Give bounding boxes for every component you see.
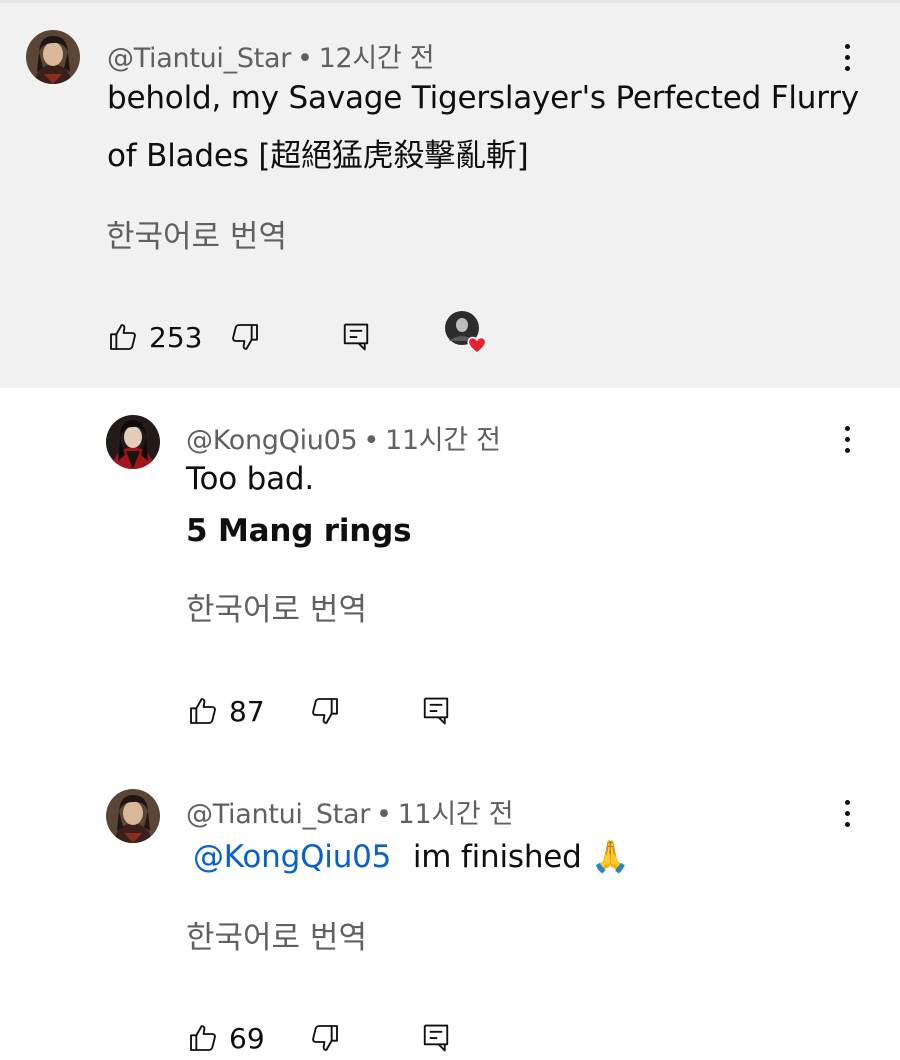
like-count: 87: [229, 694, 265, 728]
comment-meta: @KongQiu05 • 11시간 전: [186, 418, 501, 457]
like-button[interactable]: 87: [187, 689, 265, 733]
dislike-button[interactable]: [229, 315, 261, 359]
thumb-down-icon: [312, 698, 338, 724]
thumb-up-icon: [190, 698, 216, 724]
reply-icon: [343, 323, 369, 351]
comment-actions: 69: [187, 1016, 487, 1060]
mention-link[interactable]: @KongQiu05: [193, 839, 391, 875]
reply-comment: @KongQiu05 • 11시간 전 Too bad. 5 Mang rings …: [0, 388, 900, 758]
thumb-up-icon: [190, 1025, 216, 1051]
comment-text-line: Too bad.: [186, 461, 315, 497]
translate-button[interactable]: 한국어로 번역: [186, 584, 367, 629]
avatar[interactable]: [106, 415, 160, 469]
comment-text: behold, my Savage Tigerslayer's Perfecte…: [107, 69, 867, 185]
comment-text-bold: 5 Mang rings: [186, 513, 412, 549]
comment-actions: 253: [107, 311, 527, 359]
comment-text: @KongQiu05 im finished 🙏: [193, 832, 630, 882]
heart-icon: [467, 336, 487, 354]
reply-button[interactable]: [341, 315, 371, 359]
comment-highlighted: @Tiantui_Star • 12시간 전 behold, my Savage T…: [0, 3, 900, 388]
comment-text-body: im finished: [412, 839, 582, 875]
thumb-down-icon: [312, 1025, 338, 1051]
like-button[interactable]: 69: [187, 1016, 265, 1060]
comment-time[interactable]: 11시간 전: [385, 425, 501, 456]
comment-actions: 87: [187, 689, 487, 733]
reply-icon: [423, 697, 449, 725]
comment-time[interactable]: 11시간 전: [398, 799, 514, 830]
like-count: 69: [229, 1021, 265, 1055]
translate-button[interactable]: 한국어로 번역: [106, 211, 287, 256]
meta-separator: •: [376, 799, 392, 830]
pray-emoji: 🙏: [591, 839, 630, 875]
author-name[interactable]: @Tiantui_Star: [186, 799, 370, 830]
reply-button[interactable]: [421, 1016, 451, 1060]
reply-button[interactable]: [421, 689, 451, 733]
more-vert-icon[interactable]: [829, 796, 865, 832]
comment-text-line: behold, my Savage Tigerslayer's Perfecte…: [107, 80, 859, 116]
author-name[interactable]: @KongQiu05: [186, 425, 358, 456]
thumb-down-icon: [232, 324, 258, 350]
more-vert-icon[interactable]: [829, 422, 865, 458]
reply-comment: @Tiantui_Star • 11시간 전 @KongQiu05 im finis…: [0, 758, 900, 1055]
reply-icon: [423, 1024, 449, 1052]
avatar[interactable]: [26, 30, 80, 84]
creator-heart: [443, 309, 491, 357]
like-button[interactable]: 253: [107, 315, 202, 359]
avatar[interactable]: [106, 789, 160, 843]
dislike-button[interactable]: [309, 689, 341, 733]
comment-text: Too bad.: [186, 454, 314, 504]
like-count: 253: [149, 320, 203, 354]
comment-meta: @Tiantui_Star • 11시간 전: [186, 792, 514, 831]
dislike-button[interactable]: [309, 1016, 341, 1060]
comment-text-line: of Blades [超絕猛虎殺擊亂斬]: [107, 138, 529, 174]
thumb-up-icon: [110, 324, 136, 350]
translate-button[interactable]: 한국어로 번역: [186, 912, 367, 957]
meta-separator: •: [363, 425, 379, 456]
